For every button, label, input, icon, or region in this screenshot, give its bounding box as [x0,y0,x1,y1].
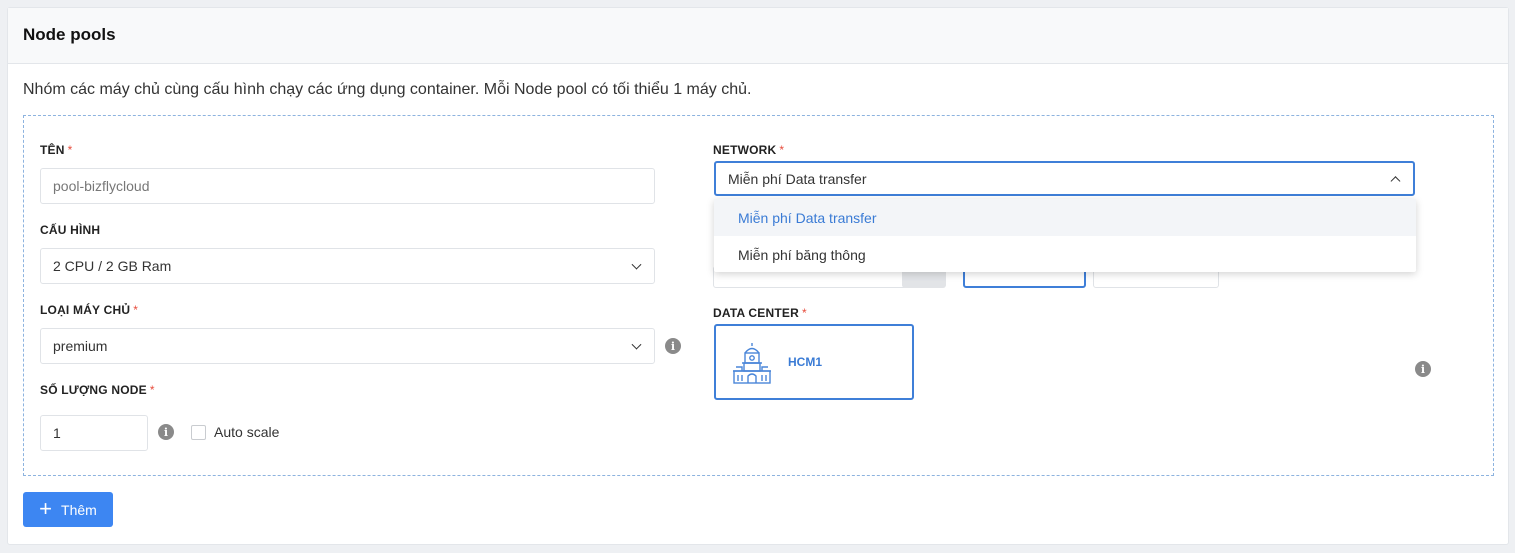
data-center-label: DATA CENTER * [713,306,807,320]
auto-scale-checkbox[interactable] [191,425,206,440]
add-button-label: Thêm [61,501,97,518]
data-center-option-hcm1[interactable]: HCM1 [714,324,914,400]
node-count-label: SỐ LƯỢNG NODE * [40,383,155,397]
name-input[interactable]: pool-bizflycloud [40,168,655,204]
building-icon [733,343,771,384]
chevron-down-icon [631,339,642,350]
config-select[interactable]: 2 CPU / 2 GB Ram [40,248,655,284]
network-option[interactable]: Miễn phí băng thông [714,236,1416,273]
add-node-pool-button[interactable]: + Thêm [23,492,113,527]
config-value: 2 CPU / 2 GB Ram [53,258,172,274]
page-title: Node pools [23,25,116,44]
card-header: Node pools [8,8,1508,64]
server-type-label: LOẠI MÁY CHỦ * [40,303,139,317]
network-label: NETWORK * [713,143,785,157]
server-type-select[interactable]: premium [40,328,655,364]
network-option[interactable]: Miễn phí Data transfer [714,199,1416,236]
plus-icon: + [39,495,53,521]
node-pools-card: Node pools Nhóm các máy chủ cùng cấu hìn… [7,7,1509,545]
chevron-up-icon [1390,175,1401,186]
info-icon[interactable]: i [665,338,681,354]
chevron-down-icon [631,259,642,270]
auto-scale-label[interactable]: Auto scale [214,424,279,440]
info-icon[interactable]: i [158,424,174,440]
name-label: TÊN * [40,143,73,157]
server-type-value: premium [53,338,108,354]
data-center-name: HCM1 [788,355,823,369]
network-dropdown: Miễn phí Data transfer Miễn phí băng thô… [714,199,1416,272]
config-label: CẤU HÌNH [40,223,101,237]
node-pools-description: Nhóm các máy chủ cùng cấu hình chạy các … [23,81,752,98]
node-count-input[interactable]: 1 [40,415,148,451]
network-select[interactable]: Miễn phí Data transfer [714,161,1415,196]
network-value: Miễn phí Data transfer [728,170,867,187]
info-icon[interactable]: i [1415,361,1431,377]
